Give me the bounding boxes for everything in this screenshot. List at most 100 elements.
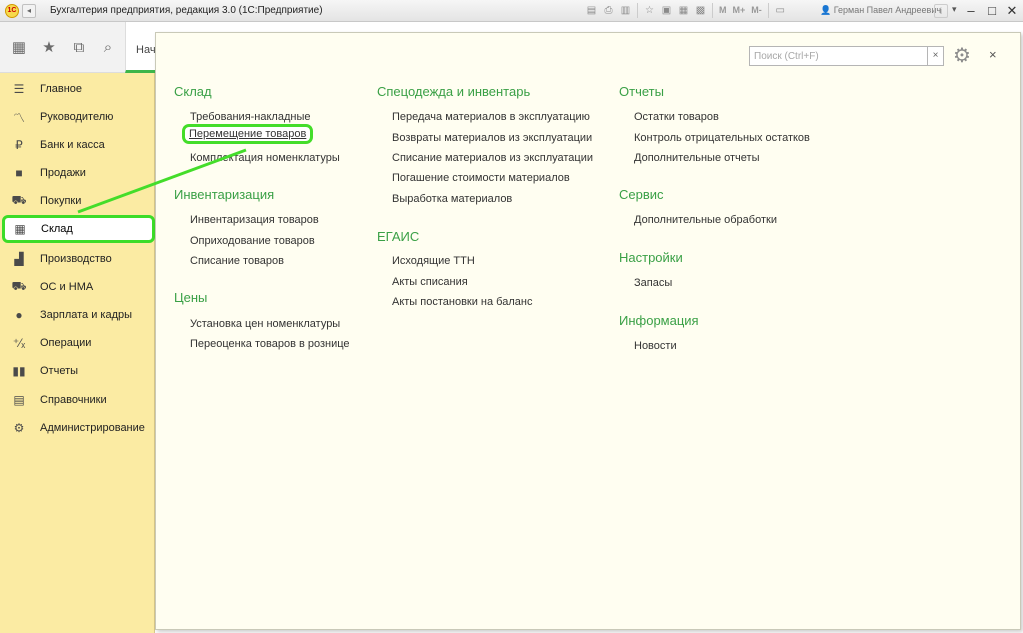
sidebar-item-reports[interactable]: ▮▮ Отчеты [4, 357, 155, 385]
settings-gear-icon[interactable]: ⚙ [953, 43, 971, 68]
calendar-icon[interactable]: ▦ [676, 3, 691, 18]
link-negative-balances[interactable]: Контроль отрицательных остатков [634, 132, 810, 144]
calculator-icon[interactable]: ▩ [693, 3, 708, 18]
print-icon[interactable]: ⎙ [601, 3, 616, 18]
memory-minus-button[interactable]: M- [749, 3, 764, 18]
section-title-prices: Цены [174, 290, 208, 305]
menu-dropdown-icon[interactable]: ▾ [952, 4, 957, 15]
toolbar-divider [767, 3, 769, 18]
factory-icon: ▟ [14, 252, 24, 266]
link-inventory-goods[interactable]: Инвентаризация товаров [190, 214, 319, 226]
app-logo-icon[interactable]: 1С [5, 4, 19, 18]
person-icon: ● [15, 308, 23, 322]
minimize-button[interactable]: – [962, 2, 980, 20]
link-balance-acts[interactable]: Акты постановки на баланс [392, 296, 532, 308]
tab-start-page[interactable]: Начальная страница [125, 22, 155, 73]
sidebar-item-label: Покупки [40, 195, 82, 207]
link-news[interactable]: Новости [634, 340, 677, 352]
title-toolbar: ▤ ⎙ ▥ ☆ ▣ ▦ ▩ M M+ M- ▭ [584, 3, 788, 18]
book-icon: ▤ [13, 393, 25, 407]
section-title-info: Информация [619, 313, 699, 328]
link-posting-goods[interactable]: Оприходование товаров [190, 235, 315, 247]
sidebar-item-label: Банк и касса [40, 139, 105, 151]
apps-grid-icon[interactable]: ▦ [10, 39, 28, 57]
user-icon: 👤 [820, 5, 832, 15]
section-title-inventory: Инвентаризация [174, 187, 275, 202]
link-outgoing-ttn[interactable]: Исходящие ТТН [392, 255, 475, 267]
link-assembly[interactable]: Комплектация номенклатуры [190, 152, 340, 164]
link-additional-processing[interactable]: Дополнительные обработки [634, 214, 777, 226]
sidebar-item-administration[interactable]: ⚙ Администрирование [4, 414, 155, 442]
link-materials-output[interactable]: Выработка материалов [392, 193, 512, 205]
sidebar-item-director[interactable]: 〽 Руководителю [4, 103, 155, 131]
sidebar-item-purchases[interactable]: ⛟ Покупки [4, 187, 155, 215]
sidebar-item-warehouse[interactable]: ▦ Склад [2, 215, 155, 243]
link-icon[interactable]: ▣ [659, 3, 674, 18]
info-icon[interactable]: i [934, 4, 948, 18]
section-title-settings: Настройки [619, 250, 683, 265]
memory-m-button[interactable]: M [717, 3, 729, 18]
link-requisitions[interactable]: Требования-накладные [190, 111, 311, 123]
history-icon[interactable]: ⧉ [70, 39, 88, 57]
sidebar-item-label: Главное [40, 83, 83, 95]
ruble-icon: ₽ [15, 138, 23, 152]
link-return-materials[interactable]: Возвраты материалов из эксплуатации [392, 132, 592, 144]
sidebar-item-operations[interactable]: ⁺⁄ₓ Операции [4, 329, 155, 357]
section-panel: × ⚙ × Склад Требования-накладные Перемещ… [155, 32, 1021, 630]
sidebar-item-label: Справочники [40, 394, 107, 406]
sidebar-item-sales[interactable]: ■ Продажи [4, 159, 155, 187]
search-input[interactable] [749, 46, 928, 66]
window-icon[interactable]: ▭ [773, 3, 788, 18]
link-revaluation[interactable]: Переоценка товаров в рознице [190, 338, 350, 350]
gear-icon: ⚙ [13, 421, 25, 435]
save-icon[interactable]: ▤ [584, 3, 599, 18]
favorites-star-icon[interactable]: ★ [40, 39, 58, 57]
sidebar-item-fixed-assets[interactable]: ⛟ ОС и НМА [4, 273, 155, 301]
title-bar: 1С ◂ Бухгалтерия предприятия, редакция 3… [0, 0, 1023, 22]
sidebar-item-references[interactable]: ▤ Справочники [4, 386, 155, 414]
link-stock-balances[interactable]: Остатки товаров [634, 111, 719, 123]
link-transfer-materials[interactable]: Передача материалов в эксплуатацию [392, 111, 590, 123]
sidebar-item-label: ОС и НМА [40, 281, 94, 293]
warehouse-icon: ▦ [14, 222, 26, 236]
link-writeoff-goods[interactable]: Списание товаров [190, 255, 284, 267]
close-panel-button[interactable]: × [989, 47, 997, 62]
section-title-workwear: Спецодежда и инвентарь [377, 84, 531, 99]
sidebar-item-bank[interactable]: ₽ Банк и касса [4, 131, 155, 159]
toolbar-divider [637, 3, 638, 18]
section-title-warehouse: Склад [174, 84, 212, 99]
memory-plus-button[interactable]: M+ [731, 3, 748, 18]
sidebar-item-label: Производство [40, 253, 112, 265]
close-window-button[interactable]: ✕ [1003, 2, 1021, 20]
user-name[interactable]: 👤 Герман Павел Андреевич [820, 5, 941, 16]
sidebar-item-label: Склад [41, 223, 73, 235]
menu-lines-icon: ☰ [13, 82, 25, 96]
trend-icon: 〽 [12, 110, 25, 125]
maximize-button[interactable]: □ [983, 2, 1001, 20]
link-set-prices[interactable]: Установка цен номенклатуры [190, 318, 340, 330]
search-icon[interactable]: ⌕ [99, 39, 117, 57]
link-goods-transfer-label: Перемещение товаров [189, 128, 307, 140]
sidebar-item-label: Администрирование [40, 422, 145, 434]
truck-icon: ⛟ [11, 279, 27, 293]
link-additional-reports[interactable]: Дополнительные отчеты [634, 152, 759, 164]
back-arrow-icon[interactable]: ◂ [22, 4, 36, 18]
operations-icon: ⁺⁄ₓ [12, 336, 26, 350]
link-writeoff-materials[interactable]: Списание материалов из эксплуатации [392, 152, 593, 164]
sidebar-item-production[interactable]: ▟ Производство [4, 245, 155, 273]
preview-icon[interactable]: ▥ [618, 3, 633, 18]
link-repay-materials[interactable]: Погашение стоимости материалов [392, 172, 570, 184]
sidebar-item-label: Продажи [40, 167, 86, 179]
star-icon[interactable]: ☆ [642, 3, 657, 18]
sidebar-item-label: Операции [40, 337, 92, 349]
clear-search-button[interactable]: × [928, 46, 944, 66]
sidebar-item-main[interactable]: ☰ Главное [4, 75, 155, 103]
sidebar-item-label: Отчеты [40, 365, 79, 377]
link-goods-transfer[interactable]: Перемещение товаров [182, 124, 314, 144]
link-stocks[interactable]: Запасы [634, 277, 672, 289]
sidebar-item-salary[interactable]: ● Зарплата и кадры [4, 301, 155, 329]
link-writeoff-acts[interactable]: Акты списания [392, 276, 468, 288]
sidebar-item-label: Зарплата и кадры [40, 309, 133, 321]
section-title-reports: Отчеты [619, 84, 664, 99]
bag-icon: ■ [15, 166, 23, 180]
